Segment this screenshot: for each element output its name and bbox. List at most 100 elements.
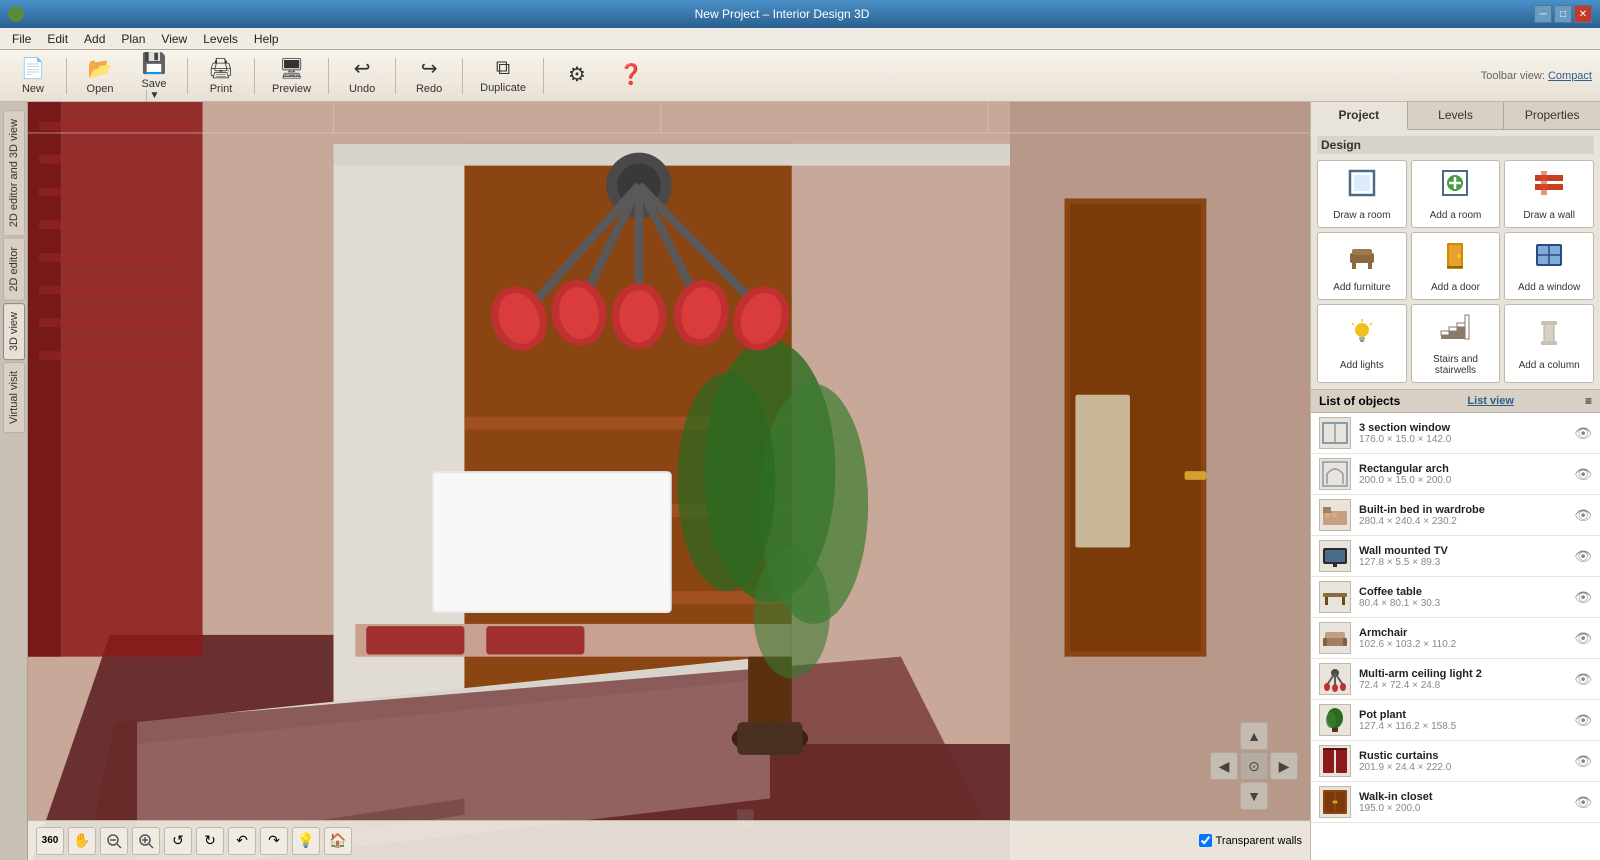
obj-info: Multi-arm ceiling light 2 72.4 × 72.4 × … — [1359, 668, 1566, 691]
add-furniture-icon — [1346, 239, 1378, 278]
new-icon: 📄 — [21, 56, 46, 81]
list-item[interactable]: 3 section window 176.0 × 15.0 × 142.0 👁 — [1311, 413, 1600, 454]
obj-visibility-toggle[interactable]: 👁 — [1574, 630, 1592, 647]
toolbar-view-link[interactable]: Compact — [1548, 70, 1592, 82]
add-door-button[interactable]: Add a door — [1411, 232, 1501, 300]
tab-project[interactable]: Project — [1311, 102, 1408, 130]
objects-list[interactable]: 3 section window 176.0 × 15.0 × 142.0 👁 … — [1311, 413, 1600, 860]
nav-center-button[interactable]: ⊙ — [1240, 752, 1268, 780]
list-item[interactable]: Built-in bed in wardrobe 280.4 × 240.4 ×… — [1311, 495, 1600, 536]
rotate-cw-button[interactable]: ↻ — [196, 827, 224, 855]
menu-file[interactable]: File — [4, 30, 39, 48]
orbit-right-button[interactable]: ↷ — [260, 827, 288, 855]
menu-help[interactable]: Help — [246, 30, 287, 48]
separator-6 — [462, 58, 463, 94]
obj-thumb-walk-in-closet — [1319, 786, 1351, 818]
list-item[interactable]: Wall mounted TV 127.8 × 5.5 × 89.3 👁 — [1311, 536, 1600, 577]
obj-visibility-toggle[interactable]: 👁 — [1574, 589, 1592, 606]
obj-dims: 80.4 × 80.1 × 30.3 — [1359, 598, 1566, 609]
tab-2d-editor[interactable]: 2D editor — [3, 238, 25, 301]
obj-dims: 127.8 × 5.5 × 89.3 — [1359, 557, 1566, 568]
list-item[interactable]: Rustic curtains 201.9 × 24.4 × 222.0 👁 — [1311, 741, 1600, 782]
menu-add[interactable]: Add — [76, 30, 113, 48]
save-dropdown-arrow[interactable]: ▼ — [146, 90, 163, 101]
obj-info: Coffee table 80.4 × 80.1 × 30.3 — [1359, 586, 1566, 609]
transparent-walls-checkbox[interactable] — [1199, 834, 1212, 847]
obj-visibility-toggle[interactable]: 👁 — [1574, 671, 1592, 688]
list-settings-icon[interactable]: ≡ — [1585, 394, 1592, 408]
orbit-left-button[interactable]: ↶ — [228, 827, 256, 855]
tab-levels[interactable]: Levels — [1408, 102, 1505, 129]
obj-visibility-toggle[interactable]: 👁 — [1574, 507, 1592, 524]
tab-3d-view[interactable]: 3D view — [3, 303, 25, 360]
open-button[interactable]: 📂 Open — [75, 51, 125, 100]
close-button[interactable]: ✕ — [1574, 5, 1592, 23]
viewport[interactable]: 360 ✋ ↺ ↻ ↶ ↷ 💡 🏠 Transparent walls ▲ — [28, 102, 1310, 860]
nav-left-button[interactable]: ◀ — [1210, 752, 1238, 780]
menu-plan[interactable]: Plan — [113, 30, 153, 48]
save-button[interactable]: 💾 Save ▼ — [129, 46, 179, 106]
stairs-stairwells-button[interactable]: Stairs and stairwells — [1411, 304, 1501, 383]
right-panel: Project Levels Properties Design Draw a … — [1310, 102, 1600, 860]
list-item[interactable]: Multi-arm ceiling light 2 72.4 × 72.4 × … — [1311, 659, 1600, 700]
undo-button[interactable]: ↩ Undo — [337, 51, 387, 100]
maximize-button[interactable]: □ — [1554, 5, 1572, 23]
design-section-title: Design — [1317, 136, 1594, 154]
new-button[interactable]: 📄 New — [8, 51, 58, 100]
obj-visibility-toggle[interactable]: 👁 — [1574, 794, 1592, 811]
light-button[interactable]: 💡 — [292, 827, 320, 855]
add-lights-button[interactable]: Add lights — [1317, 304, 1407, 383]
obj-dims: 102.6 × 103.2 × 110.2 — [1359, 639, 1566, 650]
obj-dims: 201.9 × 24.4 × 222.0 — [1359, 762, 1566, 773]
menu-levels[interactable]: Levels — [195, 30, 246, 48]
obj-name: Coffee table — [1359, 586, 1566, 598]
add-room-button[interactable]: Add a room — [1411, 160, 1501, 228]
obj-visibility-toggle[interactable]: 👁 — [1574, 753, 1592, 770]
draw-wall-label: Draw a wall — [1523, 210, 1575, 221]
draw-wall-button[interactable]: Draw a wall — [1504, 160, 1594, 228]
hand-tool-button[interactable]: ✋ — [68, 827, 96, 855]
rotate-ccw-button[interactable]: ↺ — [164, 827, 192, 855]
home-button[interactable]: 🏠 — [324, 827, 352, 855]
tab-properties[interactable]: Properties — [1504, 102, 1600, 129]
list-view-button[interactable]: List view — [1467, 395, 1513, 407]
zoom-in-button[interactable] — [132, 827, 160, 855]
nav-down-button[interactable]: ▼ — [1240, 782, 1268, 810]
obj-visibility-toggle[interactable]: 👁 — [1574, 425, 1592, 442]
preview-button[interactable]: 🖥 Preview — [263, 51, 320, 100]
obj-name: 3 section window — [1359, 422, 1566, 434]
draw-room-button[interactable]: Draw a room — [1317, 160, 1407, 228]
obj-info: Walk-in closet 195.0 × 200.0 — [1359, 791, 1566, 814]
add-door-icon — [1439, 239, 1471, 278]
list-item[interactable]: Armchair 102.6 × 103.2 × 110.2 👁 — [1311, 618, 1600, 659]
settings-button[interactable]: ⚙ — [552, 57, 602, 94]
list-item[interactable]: Rectangular arch 200.0 × 15.0 × 200.0 👁 — [1311, 454, 1600, 495]
duplicate-button[interactable]: ⧉ Duplicate — [471, 52, 535, 99]
obj-dims: 200.0 × 15.0 × 200.0 — [1359, 475, 1566, 486]
list-item[interactable]: Walk-in closet 195.0 × 200.0 👁 — [1311, 782, 1600, 823]
360-button[interactable]: 360 — [36, 827, 64, 855]
menu-view[interactable]: View — [153, 30, 195, 48]
obj-name: Multi-arm ceiling light 2 — [1359, 668, 1566, 680]
add-column-button[interactable]: Add a column — [1504, 304, 1594, 383]
minimize-button[interactable]: ─ — [1534, 5, 1552, 23]
tab-2d-3d-view[interactable]: 2D editor and 3D view — [3, 110, 25, 236]
tab-virtual-visit[interactable]: Virtual visit — [3, 362, 25, 433]
obj-visibility-toggle[interactable]: 👁 — [1574, 466, 1592, 483]
menu-edit[interactable]: Edit — [39, 30, 76, 48]
redo-button[interactable]: ↪ Redo — [404, 51, 454, 100]
list-item[interactable]: Pot plant 127.4 × 116.2 × 158.5 👁 — [1311, 700, 1600, 741]
help-button[interactable]: ❓ — [606, 57, 656, 94]
print-button[interactable]: 🖨 Print — [196, 51, 246, 100]
list-section: List of objects List view ≡ 3 section wi… — [1311, 390, 1600, 860]
list-item[interactable]: Coffee table 80.4 × 80.1 × 30.3 👁 — [1311, 577, 1600, 618]
nav-up-button[interactable]: ▲ — [1240, 722, 1268, 750]
nav-right-button[interactable]: ▶ — [1270, 752, 1298, 780]
zoom-out-button[interactable] — [100, 827, 128, 855]
add-window-button[interactable]: Add a window — [1504, 232, 1594, 300]
add-column-label: Add a column — [1519, 360, 1580, 371]
obj-visibility-toggle[interactable]: 👁 — [1574, 712, 1592, 729]
add-furniture-button[interactable]: Add furniture — [1317, 232, 1407, 300]
obj-visibility-toggle[interactable]: 👁 — [1574, 548, 1592, 565]
undo-icon: ↩ — [354, 56, 371, 81]
